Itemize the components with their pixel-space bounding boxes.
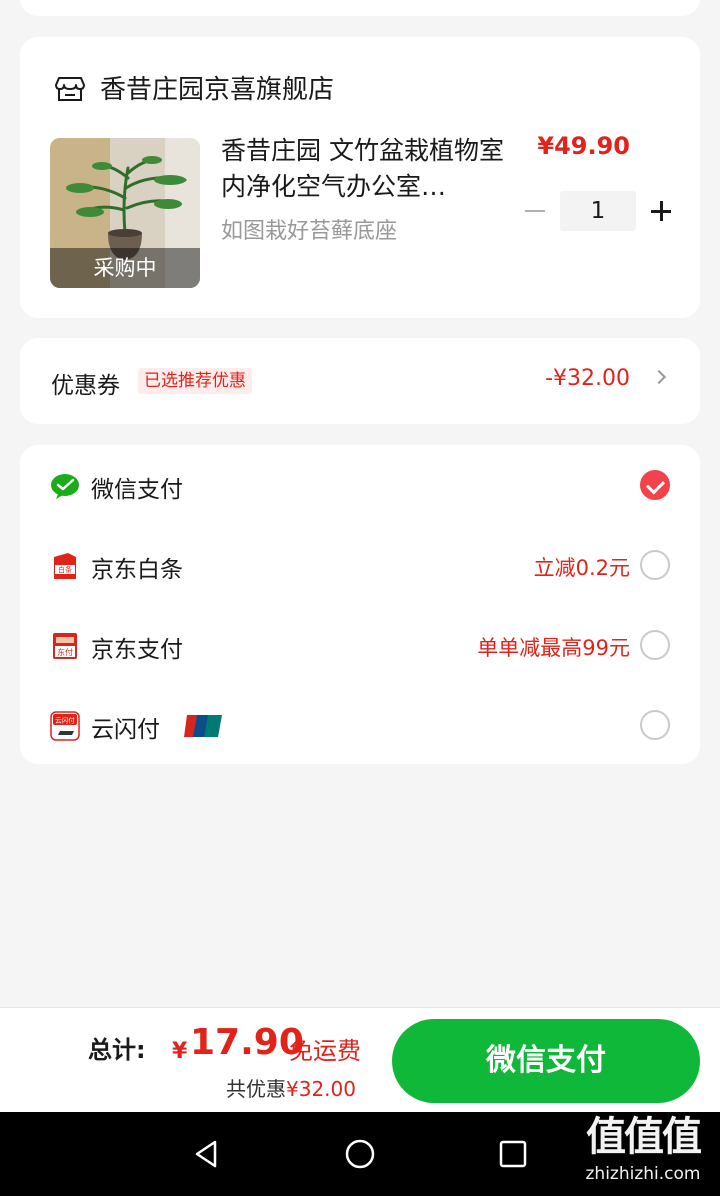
payment-label: 云闪付 — [91, 717, 160, 743]
svg-text:云闪付: 云闪付 — [55, 716, 75, 725]
recent-apps-icon[interactable] — [496, 1137, 530, 1171]
payment-promo: 单单减最高99元 — [477, 636, 630, 660]
watermark-logo: 值值值 — [586, 1114, 702, 1160]
radio-unchecked-icon[interactable] — [640, 630, 670, 660]
coupon-label: 优惠券 — [51, 373, 120, 399]
product-thumbnail[interactable]: 采购中 — [50, 138, 200, 288]
total-currency: ¥ — [172, 1039, 188, 1064]
product-price: ¥49.90 — [537, 132, 630, 160]
free-shipping-label: 免运费 — [289, 1037, 361, 1065]
radio-unchecked-icon[interactable] — [640, 550, 670, 580]
payment-option-wechat[interactable]: 微信支付 — [20, 455, 700, 515]
total-amount: 17.90 — [190, 1022, 304, 1063]
savings-amount: ¥32.00 — [286, 1077, 356, 1101]
shop-header[interactable]: 香昔庄园京喜旗舰店 — [54, 69, 334, 106]
coupon-row[interactable]: 优惠券 已选推荐优惠 -¥32.00 — [20, 338, 700, 424]
quantity-value[interactable]: 1 — [560, 191, 636, 231]
unionpay-logo-icon — [184, 715, 222, 737]
radio-checked-icon[interactable] — [640, 470, 670, 500]
payment-option-unionpay[interactable]: 云闪付 云闪付 — [20, 695, 700, 755]
coupon-amount: -¥32.00 — [545, 366, 630, 391]
jd-baitiao-icon: 白条 — [54, 553, 76, 579]
payment-label: 京东白条 — [91, 557, 183, 583]
minus-icon[interactable] — [520, 196, 550, 226]
jd-pay-icon: 东付 — [53, 633, 77, 659]
chevron-right-icon — [651, 369, 667, 385]
unionpay-quickpass-icon: 云闪付 — [50, 711, 80, 741]
product-title[interactable]: 香昔庄园 文竹盆栽植物室内净化空气办公室… — [221, 133, 521, 205]
store-icon — [55, 76, 85, 101]
wechat-pay-icon — [51, 474, 79, 499]
coupon-recommended-tag: 已选推荐优惠 — [138, 368, 252, 394]
plus-icon[interactable] — [646, 196, 676, 226]
payment-option-jd-baitiao[interactable]: 白条 京东白条 立减0.2元 — [20, 535, 700, 595]
system-nav-bar: 值值值 zhizhizhi.com — [0, 1112, 720, 1196]
checkout-bar: 总计: ¥ 17.90 免运费 共优惠¥32.00 微信支付 — [0, 1007, 720, 1112]
savings-label: 共优惠 — [226, 1077, 286, 1101]
payment-label: 京东支付 — [91, 637, 183, 663]
payment-label: 微信支付 — [91, 477, 183, 503]
total-savings: 共优惠¥32.00 — [226, 1073, 356, 1102]
home-icon[interactable] — [343, 1137, 377, 1171]
wechat-pay-button[interactable]: 微信支付 — [392, 1019, 700, 1103]
site-watermark: 值值值 zhizhizhi.com — [566, 1112, 720, 1196]
watermark-url: zhizhizhi.com — [585, 1164, 701, 1184]
payment-option-jd-pay[interactable]: 东付 京东支付 单单减最高99元 — [20, 615, 700, 675]
quantity-stepper: 1 — [520, 191, 676, 231]
total-label: 总计: — [88, 1036, 146, 1064]
svg-text:东付: 东付 — [57, 647, 73, 657]
purchasing-status-tag: 采购中 — [50, 248, 200, 288]
back-icon[interactable] — [190, 1137, 224, 1171]
radio-unchecked-icon[interactable] — [640, 710, 670, 740]
payment-method-list: 微信支付 白条 京东白条 立减0.2元 东付 京东支付 单单减最高99元 云闪付 — [20, 445, 700, 764]
shop-card: 香昔庄园京喜旗舰店 采购中 香昔庄园 文竹盆栽植物室内净化空气办公室… 如图栽好… — [20, 37, 700, 318]
product-spec[interactable]: 如图栽好苔藓底座 — [221, 213, 397, 245]
payment-promo: 立减0.2元 — [533, 556, 630, 580]
shop-name: 香昔庄园京喜旗舰店 — [100, 75, 335, 105]
previous-card — [20, 0, 700, 16]
svg-text:白条: 白条 — [58, 565, 72, 574]
